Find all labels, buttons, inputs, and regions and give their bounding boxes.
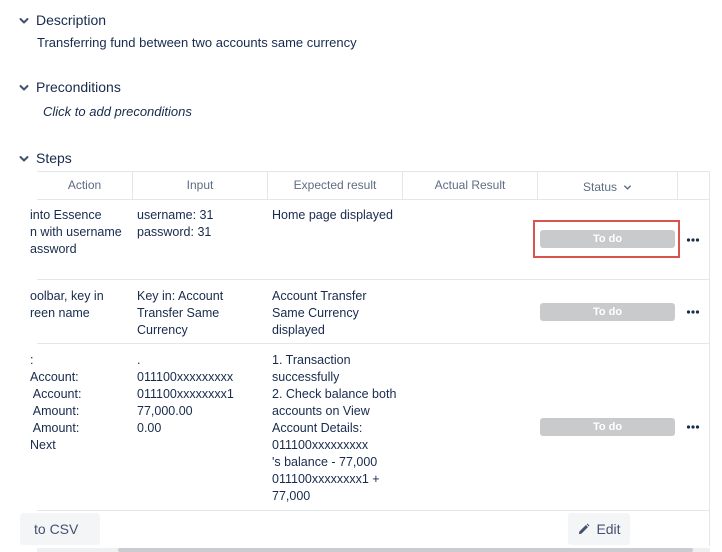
col-divider <box>677 171 678 199</box>
more-icon[interactable] <box>686 237 700 243</box>
step-expected-cell: Home page displayed <box>272 208 393 222</box>
section-title-description: Description <box>36 12 107 28</box>
step-input-cell: Key in: Account Transfer Same Currency <box>137 289 224 337</box>
edit-label: Edit <box>596 521 621 537</box>
horizontal-scrollbar-thumb[interactable] <box>118 548 693 552</box>
column-header-status[interactable]: Status <box>538 173 677 201</box>
export-csv-label: to CSV <box>34 521 79 537</box>
step-input-cell: . 011100xxxxxxxxx 011100xxxxxxxx1 77,000… <box>137 353 234 435</box>
more-icon[interactable] <box>686 424 700 430</box>
section-preconditions-toggle[interactable]: Preconditions <box>18 79 121 95</box>
step-input-cell: username: 31 password: 31 <box>137 208 214 239</box>
chevron-down-icon <box>18 152 30 164</box>
status-header-label: Status <box>582 180 618 194</box>
table-right-border <box>709 171 710 546</box>
section-title-preconditions: Preconditions <box>36 79 121 95</box>
description-text[interactable]: Transferring fund between two accounts s… <box>37 35 357 50</box>
export-csv-button[interactable]: to CSV <box>20 513 100 545</box>
section-steps-toggle[interactable]: Steps <box>18 150 72 166</box>
more-icon[interactable] <box>686 309 700 315</box>
chevron-down-icon <box>18 14 30 26</box>
column-header-input: Input <box>186 178 214 192</box>
status-highlight <box>533 220 680 258</box>
status-button[interactable]: To do <box>540 303 675 321</box>
chevron-down-icon <box>623 183 632 192</box>
add-preconditions-link[interactable]: Click to add preconditions <box>43 104 192 119</box>
status-button[interactable]: To do <box>540 418 675 436</box>
column-header-action: Action <box>67 178 102 192</box>
column-header-actual: Actual Result <box>434 178 506 192</box>
step-action-cell: oolbar, key in reen name <box>30 289 104 320</box>
step-expected-cell: 1. Transaction successfully 2. Check bal… <box>272 353 397 503</box>
row-divider <box>37 279 710 280</box>
row-divider <box>37 343 710 344</box>
section-description-toggle[interactable]: Description <box>18 12 106 28</box>
step-expected-cell: Account Transfer Same Currency displayed <box>272 289 367 337</box>
pencil-icon <box>577 523 590 536</box>
column-header-expected: Expected result <box>293 178 377 192</box>
edit-button[interactable]: Edit <box>568 513 630 545</box>
step-action-cell: : Account: Account: Amount: Amount: Next <box>30 353 82 452</box>
step-action-cell: into Essence n with username assword <box>30 208 122 256</box>
section-title-steps: Steps <box>36 150 72 166</box>
chevron-down-icon <box>18 81 30 93</box>
row-divider <box>37 510 710 511</box>
